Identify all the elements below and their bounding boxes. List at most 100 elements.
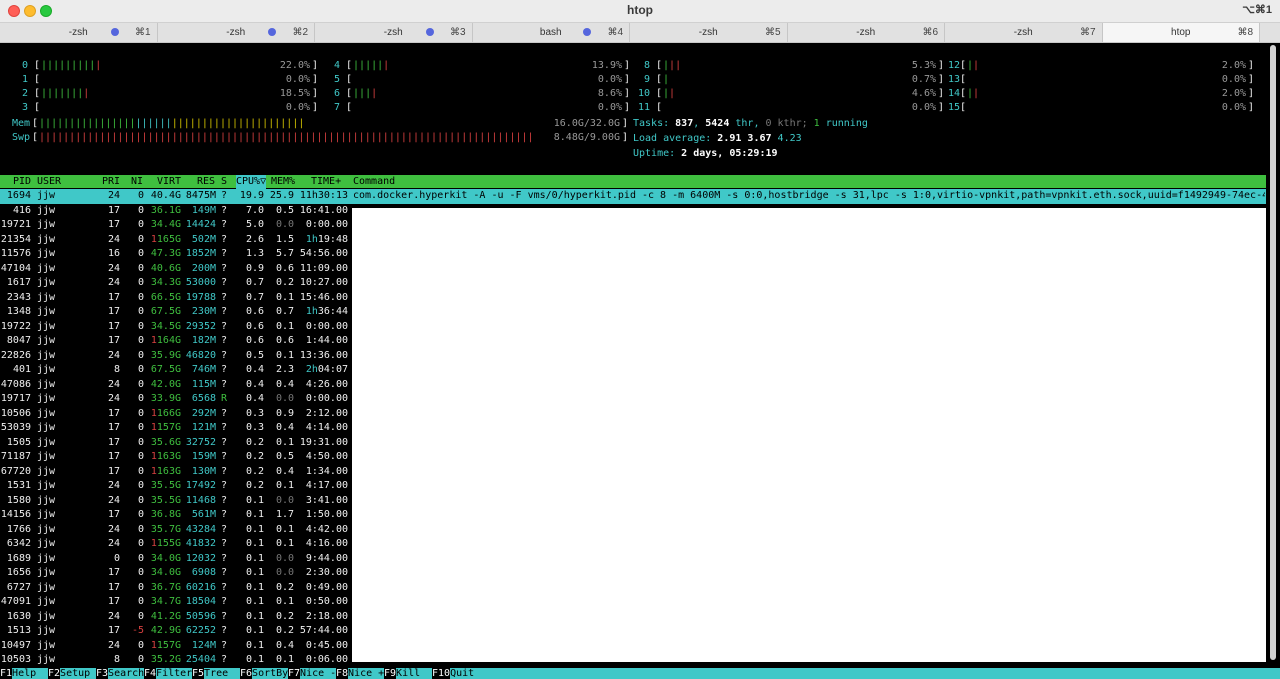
column-header-virt[interactable]: VIRT: [157, 175, 181, 189]
process-row[interactable]: 53039 jjw 17 0 1157G 121M? 0.3 0.4 4:14.00: [0, 421, 352, 436]
tab-1[interactable]: -zsh ⌘1: [0, 23, 158, 42]
process-row[interactable]: 47086 jjw 24 0 42.0G 115M? 0.4 0.4 4:26.00: [0, 378, 352, 393]
tasks-label: Tasks:: [633, 118, 676, 129]
process-row[interactable]: 1513 jjw 17 -5 42.9G 62252? 0.1 0.2 57:44.00: [0, 624, 352, 639]
process-row[interactable]: 6342 jjw 24 0 1155G 41832? 0.1 0.1 4:16.00: [0, 537, 352, 552]
function-key-f4[interactable]: F4Filter: [144, 668, 192, 679]
process-cpu: 0.3: [245, 407, 264, 419]
meter-bracket: ]: [311, 102, 318, 113]
function-key-f2[interactable]: F2Setup: [48, 668, 90, 679]
process-row[interactable]: 1617 jjw 24 0 34.3G 53000? 0.7 0.2 10:27.00: [0, 276, 352, 291]
tab-4[interactable]: bash ⌘4: [473, 23, 630, 42]
process-ni: 0: [137, 219, 144, 230]
column-header-res[interactable]: RES: [197, 175, 215, 189]
process-row[interactable]: 14156 jjw 17 0 36.8G 561M? 0.1 1.7 1:50.00: [0, 508, 352, 523]
column-header-user[interactable]: USER: [37, 175, 61, 189]
tab-shortcut: ⌘5: [764, 27, 781, 38]
cpu-meter-8: 8[||| 5.3%]: [644, 60, 944, 72]
process-res: 50596: [185, 610, 216, 622]
process-row[interactable]: 11576 jjw 16 0 47.3G 1852M? 1.3 5.7 54:56.00: [0, 247, 352, 262]
process-row[interactable]: 22826 jjw 24 0 35.9G 46820? 0.5 0.1 13:36.00: [0, 349, 352, 364]
tab-8[interactable]: htop ⌘8: [1102, 23, 1260, 42]
process-pid: 416: [12, 204, 31, 216]
scrollbar-thumb[interactable]: [1270, 45, 1276, 660]
process-row[interactable]: 1580 jjw 24 0 35.5G 11468? 0.1 0.0 3:41.00: [0, 494, 352, 509]
process-cpu: 0.2: [245, 436, 264, 448]
cpu-percent: 8.6%: [597, 88, 622, 99]
process-time: 2:18.00: [305, 610, 348, 622]
process-pid: 1531: [6, 480, 31, 491]
process-s: ?: [221, 465, 228, 477]
process-row[interactable]: 1656 jjw 17 0 34.0G 6908? 0.1 0.0 2:30.00: [0, 566, 352, 581]
column-header-ni[interactable]: NI: [131, 175, 143, 189]
terminal-scrollbar[interactable]: [1268, 43, 1280, 663]
process-row[interactable]: 1348 jjw 17 0 67.5G 230M? 0.6 0.7 1h36:44: [0, 305, 352, 320]
process-pid: 22826: [0, 349, 31, 361]
process-pri: 17: [107, 422, 120, 433]
process-pri: 17: [107, 219, 120, 230]
process-row[interactable]: 47104 jjw 24 0 40.6G 200M? 0.9 0.6 11:09.00: [0, 262, 352, 277]
tab-6[interactable]: -zsh ⌘6: [788, 23, 945, 42]
process-pri: 16: [107, 248, 120, 259]
process-cpu: 5.0: [245, 219, 264, 230]
process-res: 14424: [185, 219, 216, 230]
tab-2[interactable]: -zsh ⌘2: [158, 23, 315, 42]
process-pri: 24: [107, 639, 120, 651]
cpu-meter-label: 2: [16, 88, 29, 99]
function-key-f9[interactable]: F9Kill: [384, 668, 420, 679]
process-row[interactable]: 401 jjw 8 0 67.5G 746M? 0.4 2.3 2h04:07: [0, 363, 352, 378]
process-row[interactable]: 1630 jjw 24 0 41.2G 50596? 0.1 0.2 2:18.00: [0, 610, 352, 625]
process-row[interactable]: 10506 jjw 17 0 1166G 292M? 0.3 0.9 2:12.00: [0, 407, 352, 422]
function-key-label: F9: [384, 668, 397, 679]
function-key-f6[interactable]: F6SortBy: [240, 668, 288, 679]
process-row[interactable]: 1689 jjw 0 0 34.0G 12032? 0.1 0.0 9:44.00: [0, 552, 352, 567]
process-pid: 1617: [6, 277, 31, 288]
column-header-time+[interactable]: TIME+: [311, 175, 341, 189]
column-header-mem%[interactable]: MEM%: [271, 175, 295, 189]
function-key-f1[interactable]: F1Help: [0, 668, 36, 679]
process-row[interactable]: 19717 jjw 24 0 33.9G 6568 R 0.4 0.0 0:00.00: [0, 392, 352, 407]
process-row[interactable]: 1766 jjw 24 0 35.7G 43284? 0.1 0.1 4:42.00: [0, 523, 352, 538]
process-user: jjw: [37, 538, 56, 549]
column-header-cpu%[interactable]: CPU%▽: [236, 175, 267, 189]
terminal-view[interactable]: 0[|||||||||| 22.0%] 1[0.0%] 2[|||||||| 18.…: [0, 43, 1280, 679]
function-key-f3[interactable]: F3Search: [96, 668, 144, 679]
process-row[interactable]: 2343 jjw 17 0 66.5G 19788? 0.7 0.1 15:46.00: [0, 291, 352, 306]
process-virt: 67.5G: [150, 306, 181, 317]
process-cpu: 0.3: [245, 422, 264, 433]
process-row[interactable]: 1505 jjw 17 0 35.6G 32752? 0.2 0.1 19:31.00: [0, 436, 352, 451]
process-row[interactable]: 10497 jjw 24 0 1157G 124M? 0.1 0.4 0:45.00: [0, 639, 352, 654]
process-row[interactable]: 1531 jjw 24 0 35.5G 17492? 0.2 0.1 4:17.00: [0, 479, 352, 494]
column-header-command[interactable]: Command: [353, 175, 395, 189]
process-virt: 34.4G: [150, 219, 181, 230]
process-s: ?: [221, 654, 228, 665]
process-row[interactable]: 67720 jjw 17 0 1163G 130M? 0.2 0.4 1:34.00: [0, 465, 352, 480]
tab-3[interactable]: -zsh ⌘3: [315, 23, 473, 42]
process-row[interactable]: 19722 jjw 17 0 34.5G 29352? 0.6 0.1 0:00.00: [0, 320, 352, 335]
process-mem: 0.0: [275, 552, 294, 564]
process-row[interactable]: 10503 jjw 8 0 35.2G 25404? 0.1 0.1 0:06.00: [0, 653, 352, 668]
process-row[interactable]: 47091 jjw 17 0 34.7G 18504? 0.1 0.1 0:50.00: [0, 595, 352, 610]
tab-5[interactable]: -zsh ⌘5: [630, 23, 788, 42]
process-column-header[interactable]: PID USER PRI NI VIRT RES S CPU%▽ MEM% TIME+ Comman…: [0, 175, 1266, 189]
tab-7[interactable]: -zsh ⌘7: [945, 23, 1103, 42]
process-row[interactable]: 19721 jjw 17 0 34.4G 14424? 5.0 0.0 0:00.00: [0, 218, 352, 233]
process-row[interactable]: 8047 jjw 17 0 1164G 182M? 0.6 0.6 1:44.00: [0, 334, 352, 349]
function-key-f10[interactable]: F10Quit: [432, 668, 474, 679]
column-header-pid[interactable]: PID: [13, 175, 31, 189]
process-row[interactable]: 416 jjw 17 0 36.1G 149M? 7.0 0.5 16:41.00: [0, 204, 352, 219]
function-key-f7[interactable]: F7Nice -: [288, 668, 336, 679]
function-key-f8[interactable]: F8Nice +: [336, 668, 384, 679]
column-header-pri[interactable]: PRI: [102, 175, 120, 189]
function-key-action: SortBy: [252, 668, 289, 679]
column-header-s[interactable]: S: [221, 175, 227, 189]
process-row[interactable]: 71187 jjw 17 0 1163G 159M? 0.2 0.5 4:50.00: [0, 450, 352, 465]
process-row[interactable]: 1694 jjw 24 0 40.4G 8475M? 19.9 25.9 11h30:13 com…: [0, 189, 1266, 204]
cpu-percent: 18.5%: [279, 88, 310, 99]
process-ni: 0: [137, 248, 144, 259]
window-title: htop: [627, 3, 653, 17]
process-pid: 8047: [6, 335, 31, 346]
process-row[interactable]: 6727 jjw 17 0 36.7G 60216? 0.1 0.2 0:49.00: [0, 581, 352, 596]
process-row[interactable]: 21354 jjw 24 0 1165G 502M? 2.6 1.5 1h19:48: [0, 233, 352, 248]
function-key-f5[interactable]: F5Tree: [192, 668, 228, 679]
